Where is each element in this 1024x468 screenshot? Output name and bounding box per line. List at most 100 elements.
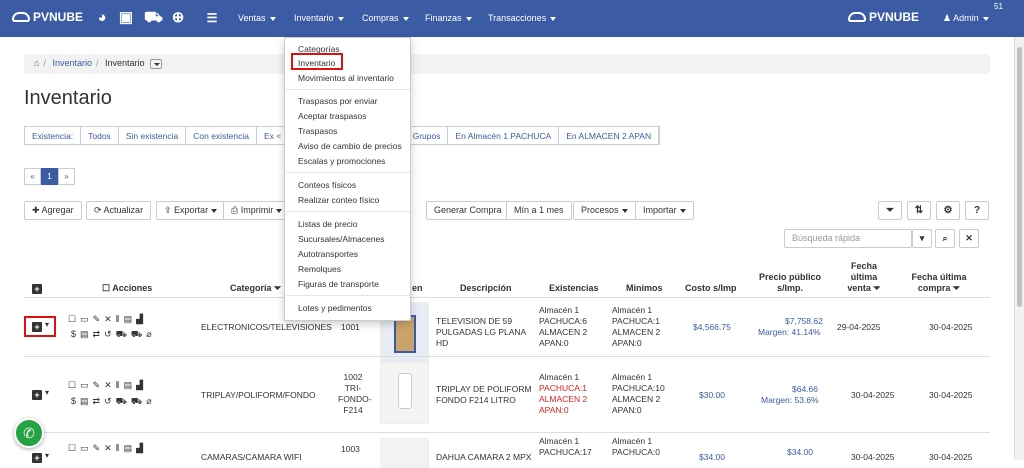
export-button[interactable]: ⇪ Exportar (156, 201, 226, 220)
menu-item-aceptar-traspasos[interactable]: Aceptar traspasos (298, 111, 367, 121)
add-button[interactable]: ✚ Agregar (24, 201, 82, 220)
help-icon[interactable]: ? (965, 201, 989, 220)
header-divider (24, 297, 990, 298)
menu-item-escalas[interactable]: Escalas y promociones (298, 156, 385, 166)
refresh-button[interactable]: ⟳ Actualizar (86, 201, 152, 220)
add-circle-icon[interactable]: ⊕ (170, 10, 186, 26)
menu-item-conteos[interactable]: Conteos físicos (298, 180, 356, 190)
breadcrumb-inventario[interactable]: Inventario (52, 58, 92, 68)
header-fecha-compra[interactable]: Fecha última compra ⏷ (908, 272, 970, 294)
row-expand-icon[interactable]: + (32, 390, 42, 400)
row2-categoria: TRIPLAY/POLIFORM/FONDO (201, 390, 316, 400)
row2-codigo: 1002 TRI- FONDO- F214 (338, 372, 372, 415)
menu-compras[interactable]: Compras (362, 13, 409, 23)
filter-almacen-1[interactable]: En Almacén 1 PACHUCA (448, 127, 560, 144)
row1-fecha-venta: 29-04-2025 (837, 322, 881, 332)
home-icon[interactable]: ⌂ (34, 58, 39, 68)
row-divider (24, 432, 990, 433)
page-prev[interactable]: « (24, 168, 41, 185)
menu-item-lotes[interactable]: Lotes y pedimentos (298, 303, 372, 313)
product-image[interactable] (380, 362, 429, 424)
pagination: « 1 » (24, 168, 75, 185)
row1-minimos: Almacén 1 PACHUCA:1 ALMACEN 2 APAN:0 (612, 305, 661, 348)
row-action-icons[interactable]: ☐▭✎✕⦀▤▟ (68, 314, 147, 325)
row3-codigo: 1003 (341, 444, 360, 454)
row-action-icons[interactable]: ☐▭✎✕⦀▤▟ (68, 380, 147, 391)
row3-costo[interactable]: $34.00 (699, 452, 725, 463)
product-image[interactable] (380, 438, 429, 468)
filter-con-existencia[interactable]: Con existencia (186, 127, 258, 144)
search-icon[interactable]: ⌕ (935, 229, 955, 248)
menu-item-sucursales[interactable]: Sucursales/Almacenes (298, 234, 384, 244)
row-action-icons-2[interactable]: $▤⇄↺⛟⛟⌀ (71, 329, 156, 341)
clear-icon[interactable]: ✕ (959, 229, 979, 248)
vertical-scrollbar[interactable] (1014, 37, 1024, 460)
sort-icon[interactable]: ⇅ (907, 201, 931, 220)
print-button[interactable]: ⎙ Imprimir (223, 201, 291, 220)
row1-costo[interactable]: $4,566.75 (693, 322, 731, 333)
menu-inventario[interactable]: Inventario (294, 13, 344, 23)
menu-item-traspasos-enviar[interactable]: Traspasos por enviar (298, 96, 378, 106)
menu-item-movimientos[interactable]: Movimientos al inventario (298, 73, 394, 83)
row-expand-icon[interactable]: + (32, 453, 42, 463)
page-title: Inventario (24, 87, 112, 109)
menu-item-realizar-conteo[interactable]: Realizar conteo físico (298, 195, 379, 205)
row-menu-caret[interactable]: ▾ (45, 388, 49, 397)
menu-item-listas-precio[interactable]: Listas de precio (298, 219, 358, 229)
generate-purchase-button[interactable]: Generar Compra (426, 201, 510, 220)
whatsapp-icon[interactable]: ✆ (14, 418, 44, 448)
menu-item-figuras[interactable]: Figuras de transporte (298, 279, 379, 289)
expand-all-icon[interactable]: + (32, 284, 42, 294)
filter-sin-existencia[interactable]: Sin existencia (119, 127, 187, 144)
filter-icon[interactable]: ⏷ (878, 201, 902, 220)
menu-item-aviso-precios[interactable]: Aviso de cambio de precios (298, 141, 402, 151)
filter-almacen-2[interactable]: En ALMACEN 2 APAN (559, 127, 660, 144)
admin-menu[interactable]: ♟ Admin (943, 13, 989, 24)
menu-finanzas[interactable]: Finanzas (425, 13, 472, 23)
row-menu-caret[interactable]: ▾ (45, 451, 49, 460)
breadcrumb-dropdown[interactable] (150, 58, 163, 69)
brand-logo[interactable]: PVNUBE (12, 10, 83, 24)
row-action-icons-2[interactable]: $▤⇄↺⛟⛟⌀ (71, 396, 156, 408)
cart-icon[interactable]: ⛟ (144, 10, 163, 26)
header-minimos[interactable]: Minimos (626, 283, 663, 294)
row1-fecha-compra: 30-04-2025 (929, 322, 973, 332)
right-brand-logo[interactable]: PVNUBE (848, 10, 919, 24)
header-costo[interactable]: Costo s/Imp (685, 283, 737, 294)
row1-codigo: 1001 (341, 322, 360, 332)
processes-button[interactable]: Procesos (573, 201, 636, 220)
menu-item-traspasos[interactable]: Traspasos (298, 126, 337, 136)
row1-precio[interactable]: $7,758.62 (785, 316, 823, 327)
header-categoria[interactable]: Categoría ⏷ (230, 283, 281, 294)
header-acciones[interactable]: ☐ Acciones (102, 283, 152, 294)
list-icon[interactable]: ☰ (204, 10, 220, 26)
header-existencias[interactable]: Existencias (549, 283, 599, 294)
row-action-icons[interactable]: ☐▭✎✕⦀▤▟ (68, 443, 147, 454)
filter-grupos[interactable]: Grupos (406, 127, 449, 144)
menu-item-remolques[interactable]: Remolques (298, 264, 341, 274)
filter-todos[interactable]: Todos (81, 127, 119, 144)
dashboard-icon[interactable]: ◕ (94, 10, 110, 26)
page-1[interactable]: 1 (41, 168, 58, 185)
quick-search-input[interactable]: Búsqueda rápida (784, 229, 912, 248)
row2-margen: Margen: 53.6% (761, 395, 819, 405)
store-icon[interactable]: ▣ (118, 10, 134, 26)
search-dropdown-button[interactable]: ▾ (912, 229, 932, 248)
row3-categoria: CAMARAS/CAMARA WIFI (201, 452, 302, 462)
page-next[interactable]: » (58, 168, 75, 185)
row2-costo[interactable]: $30.00 (699, 390, 725, 401)
row1-descripcion: TELEVISION DE 59 PULGADAS LG PLANA HD (436, 316, 526, 348)
import-button[interactable]: Importar (635, 201, 694, 220)
header-precio[interactable]: Precio público s/Imp. (755, 272, 825, 294)
row2-descripcion: TRIPLAY DE POLIFORM FONDO F214 LITRO (436, 384, 532, 405)
row2-precio[interactable]: $64.66 (792, 384, 818, 395)
menu-item-autotransportes[interactable]: Autotransportes (298, 249, 358, 259)
breadcrumb-current: Inventario (105, 58, 145, 68)
row3-precio[interactable]: $34.00 (787, 447, 813, 458)
menu-transacciones[interactable]: Transacciones (488, 13, 557, 23)
min-month-button[interactable]: Mín a 1 mes (506, 201, 572, 220)
header-descripcion[interactable]: Descripción (460, 283, 512, 294)
settings-icon[interactable]: ⚙ (936, 201, 960, 220)
menu-ventas[interactable]: Ventas (238, 13, 276, 23)
header-fecha-venta[interactable]: Fecha última venta ⏷ (846, 261, 882, 294)
